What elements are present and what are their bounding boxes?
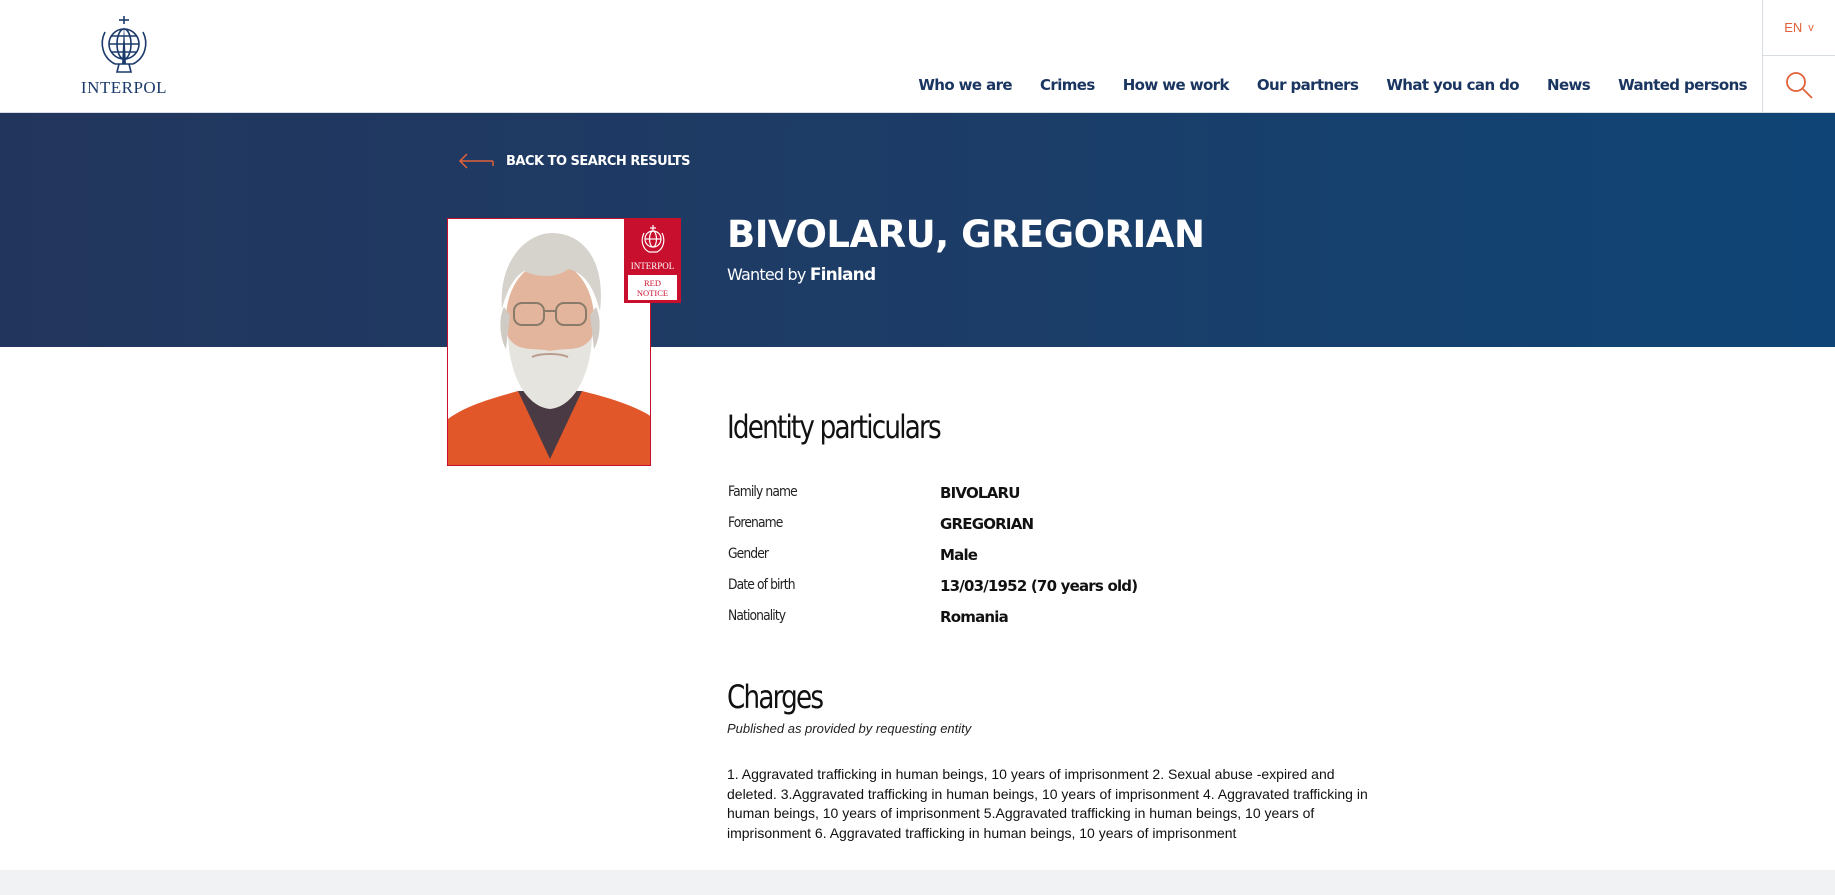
identity-label: Date of birth: [728, 577, 796, 593]
badge-label: RED NOTICE: [628, 275, 677, 300]
logo-text: INTERPOL: [80, 78, 168, 97]
wanted-by: Wanted by Finland: [727, 265, 876, 285]
person-name: BIVOLARU, GREGORIAN: [727, 213, 1205, 256]
person-photo: [447, 218, 651, 466]
nav-news[interactable]: News: [1547, 76, 1591, 94]
charges-title: Charges: [727, 678, 824, 716]
identity-label: Forename: [728, 515, 783, 531]
charges-subtitle: Published as provided by requesting enti…: [727, 721, 972, 736]
nav-who-we-are[interactable]: Who we are: [918, 76, 1012, 94]
identity-label: Nationality: [728, 608, 786, 624]
hero-banner: BACK TO SEARCH RESULTS BIVOLARU, GREGORI…: [0, 113, 1835, 347]
back-link-label: BACK TO SEARCH RESULTS: [506, 153, 691, 169]
badge-line-2: NOTICE: [636, 288, 669, 298]
identity-value: BIVOLARU: [940, 484, 1020, 502]
badge-org: INTERPOL: [630, 261, 675, 271]
identity-row: Family name BIVOLARU: [728, 484, 1020, 515]
footer-band: [0, 870, 1835, 895]
main-nav: Who we are Crimes How we work Our partne…: [918, 76, 1747, 94]
nav-what-you-can-do[interactable]: What you can do: [1386, 76, 1519, 94]
language-selector[interactable]: EN v: [1762, 0, 1835, 56]
arrow-left-icon: [458, 153, 494, 169]
wanted-by-prefix: Wanted by: [727, 265, 806, 284]
nav-wanted-persons[interactable]: Wanted persons: [1618, 76, 1747, 94]
identity-value: 13/03/1952 (70 years old): [940, 577, 1138, 595]
identity-label: Family name: [728, 484, 798, 500]
identity-value: Male: [940, 546, 978, 564]
red-notice-badge: INTERPOL RED NOTICE: [624, 218, 681, 303]
identity-value: GREGORIAN: [940, 515, 1034, 533]
site-header: INTERPOL Who we are Crimes How we work O…: [0, 0, 1835, 113]
identity-row: Date of birth 13/03/1952 (70 years old): [728, 577, 1138, 608]
search-button[interactable]: [1762, 56, 1835, 113]
chevron-down-icon: v: [1808, 21, 1814, 34]
identity-row: Nationality Romania: [728, 608, 1009, 639]
identity-value: Romania: [940, 608, 1009, 626]
search-icon: [1786, 71, 1813, 99]
interpol-emblem-icon: [625, 223, 680, 262]
nav-how-we-work[interactable]: How we work: [1123, 76, 1230, 94]
interpol-logo[interactable]: INTERPOL: [78, 14, 170, 100]
person-portrait-image: [448, 219, 650, 465]
interpol-emblem-icon: [101, 16, 147, 73]
nav-our-partners[interactable]: Our partners: [1257, 76, 1359, 94]
identity-title: Identity particulars: [727, 408, 942, 446]
identity-row: Gender Male: [728, 546, 978, 577]
wanted-by-country: Finland: [809, 265, 876, 285]
language-label: EN: [1784, 20, 1803, 35]
badge-line-1: RED: [644, 278, 661, 288]
identity-row: Forename GREGORIAN: [728, 515, 1034, 546]
nav-crimes[interactable]: Crimes: [1040, 76, 1095, 94]
identity-label: Gender: [728, 546, 769, 562]
back-to-results-link[interactable]: BACK TO SEARCH RESULTS: [458, 153, 691, 169]
charges-text: 1. Aggravated trafficking in human being…: [727, 766, 1368, 841]
